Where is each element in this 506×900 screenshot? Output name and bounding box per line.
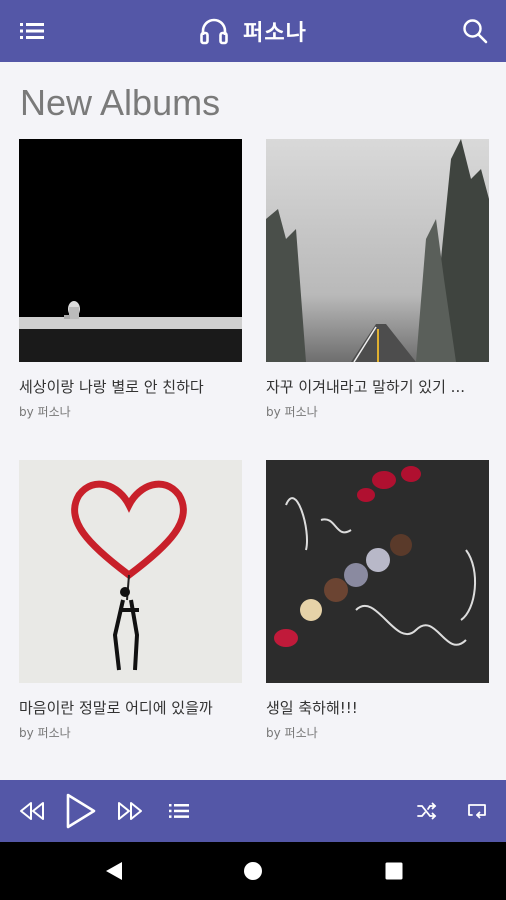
rewind-icon (20, 802, 44, 820)
home-button[interactable] (242, 860, 264, 882)
search-icon (463, 19, 488, 44)
album-card[interactable]: 마음이란 정말로 어디에 있을까 by 퍼소나 (19, 460, 242, 741)
album-title: 마음이란 정말로 어디에 있을까 (19, 699, 213, 717)
section-title: New Albums (20, 82, 221, 123)
app-title: 퍼소나 (243, 21, 307, 46)
repeat-button[interactable] (466, 800, 488, 822)
album-title: 생일 축하해!!! (266, 699, 358, 717)
album-artist: by 퍼소나 (266, 405, 318, 419)
album-list-screen: New Albums 세상이랑 나랑 별로 안 친하다 by 퍼소나 자꾸 이겨… (0, 62, 506, 780)
back-button[interactable] (103, 860, 125, 882)
album-card[interactable]: 생일 축하해!!! by 퍼소나 (266, 460, 489, 741)
album-title: 자꾸 이겨내라고 말하기 있기 ... (266, 378, 465, 396)
album-card[interactable]: 자꾸 이겨내라고 말하기 있기 ... by 퍼소나 (266, 139, 489, 420)
app-bar: 퍼소나 (0, 0, 506, 62)
playlist-icon (169, 804, 189, 818)
system-nav-bar (0, 842, 506, 900)
recents-button[interactable] (383, 860, 405, 882)
shuffle-button[interactable] (416, 800, 438, 822)
album-artist: by 퍼소나 (266, 726, 318, 740)
app-title-group: 퍼소나 (0, 0, 506, 62)
album-art (266, 460, 489, 683)
headphones-icon (200, 18, 228, 45)
back-icon (106, 862, 122, 880)
album-art (266, 139, 489, 362)
album-card[interactable]: 세상이랑 나랑 별로 안 친하다 by 퍼소나 (19, 139, 242, 420)
shuffle-icon (417, 802, 437, 820)
play-icon (66, 793, 96, 829)
album-title: 세상이랑 나랑 별로 안 친하다 (19, 378, 204, 396)
recents-icon (385, 862, 403, 880)
fast-forward-button[interactable] (116, 799, 144, 823)
playlist-button[interactable] (168, 801, 190, 821)
search-button[interactable] (460, 16, 490, 46)
fast-forward-icon (118, 802, 142, 820)
album-artist: by 퍼소나 (19, 405, 71, 419)
rewind-button[interactable] (18, 799, 46, 823)
player-bar (0, 780, 506, 842)
album-artist: by 퍼소나 (19, 726, 71, 740)
album-art (19, 460, 242, 683)
album-art (19, 139, 242, 362)
repeat-icon (468, 804, 486, 819)
play-button[interactable] (63, 793, 97, 829)
home-icon (244, 862, 262, 880)
